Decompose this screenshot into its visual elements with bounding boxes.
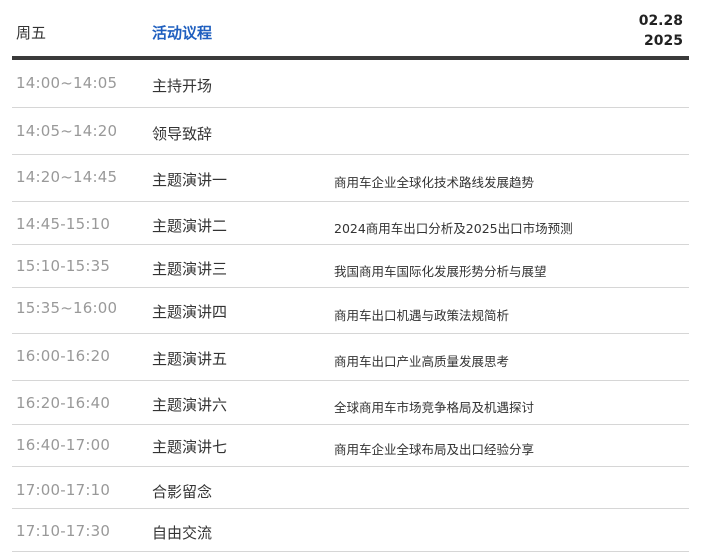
row-topic: 商用车出口机遇与政策法规简析: [334, 308, 510, 323]
row-session: 主持开场: [152, 77, 213, 95]
agenda-row: 14:00~14:05 主持开场: [12, 60, 689, 108]
event-date: 02.28 2025: [639, 11, 683, 51]
row-time: 17:00-17:10: [16, 481, 111, 499]
row-time: 16:20-16:40: [16, 394, 111, 412]
agenda-row: 14:45-15:10 主题演讲二 2024商用车出口分析及2025出口市场预测: [12, 202, 689, 245]
event-date-day: 02.28: [638, 13, 683, 29]
row-session: 主题演讲二: [152, 217, 228, 235]
row-session: 主题演讲一: [152, 171, 228, 189]
agenda-row: 17:10-17:30 自由交流: [12, 509, 689, 552]
row-time: 14:45-15:10: [16, 215, 111, 233]
row-session: 领导致辞: [152, 125, 213, 143]
row-time: 15:10-15:35: [16, 257, 111, 275]
event-date-year: 2025: [644, 33, 683, 49]
agenda-row: 17:00-17:10 合影留念: [12, 467, 689, 509]
row-session: 主题演讲四: [152, 303, 228, 321]
row-topic: 商用车出口产业高质量发展思考: [334, 354, 510, 369]
agenda-row: 16:00-16:20 主题演讲五 商用车出口产业高质量发展思考: [12, 334, 689, 381]
agenda-row: 16:40-17:00 主题演讲七 商用车企业全球布局及出口经验分享: [12, 425, 689, 467]
agenda-row: 15:35~16:00 主题演讲四 商用车出口机遇与政策法规简析: [12, 288, 689, 334]
row-session: 主题演讲五: [152, 350, 228, 368]
row-session: 合影留念: [152, 483, 213, 501]
agenda-row: 14:20~14:45 主题演讲一 商用车企业全球化技术路线发展趋势: [12, 155, 689, 202]
row-time: 14:00~14:05: [16, 74, 118, 92]
row-time: 14:20~14:45: [16, 168, 118, 186]
day-label: 周五: [16, 24, 47, 42]
row-topic: 我国商用车国际化发展形势分析与展望: [334, 264, 547, 279]
agenda-row: 14:05~14:20 领导致辞: [12, 108, 689, 155]
agenda-row: 15:10-15:35 主题演讲三 我国商用车国际化发展形势分析与展望: [12, 245, 689, 288]
row-time: 17:10-17:30: [16, 522, 111, 540]
row-session: 主题演讲七: [152, 438, 228, 456]
row-time: 16:40-17:00: [16, 436, 111, 454]
row-time: 14:05~14:20: [16, 122, 118, 140]
agenda-title: 活动议程: [152, 24, 213, 42]
row-session: 主题演讲三: [152, 260, 228, 278]
row-time: 16:00-16:20: [16, 347, 111, 365]
agenda-table: 14:00~14:05 主持开场 14:05~14:20 领导致辞 14:20~…: [12, 60, 689, 552]
row-time: 15:35~16:00: [16, 299, 118, 317]
row-topic: 2024商用车出口分析及2025出口市场预测: [334, 221, 573, 236]
row-topic: 商用车企业全球布局及出口经验分享: [334, 442, 535, 457]
row-topic: 商用车企业全球化技术路线发展趋势: [334, 175, 535, 190]
agenda-page: 周五 活动议程 02.28 2025 14:00~14:05 主持开场 14:0…: [0, 0, 705, 559]
row-session: 主题演讲六: [152, 396, 228, 414]
agenda-header: 周五 活动议程 02.28 2025: [12, 0, 689, 56]
row-session: 自由交流: [152, 524, 213, 542]
agenda-row: 16:20-16:40 主题演讲六 全球商用车市场竞争格局及机遇探讨: [12, 381, 689, 425]
row-topic: 全球商用车市场竞争格局及机遇探讨: [334, 400, 535, 415]
